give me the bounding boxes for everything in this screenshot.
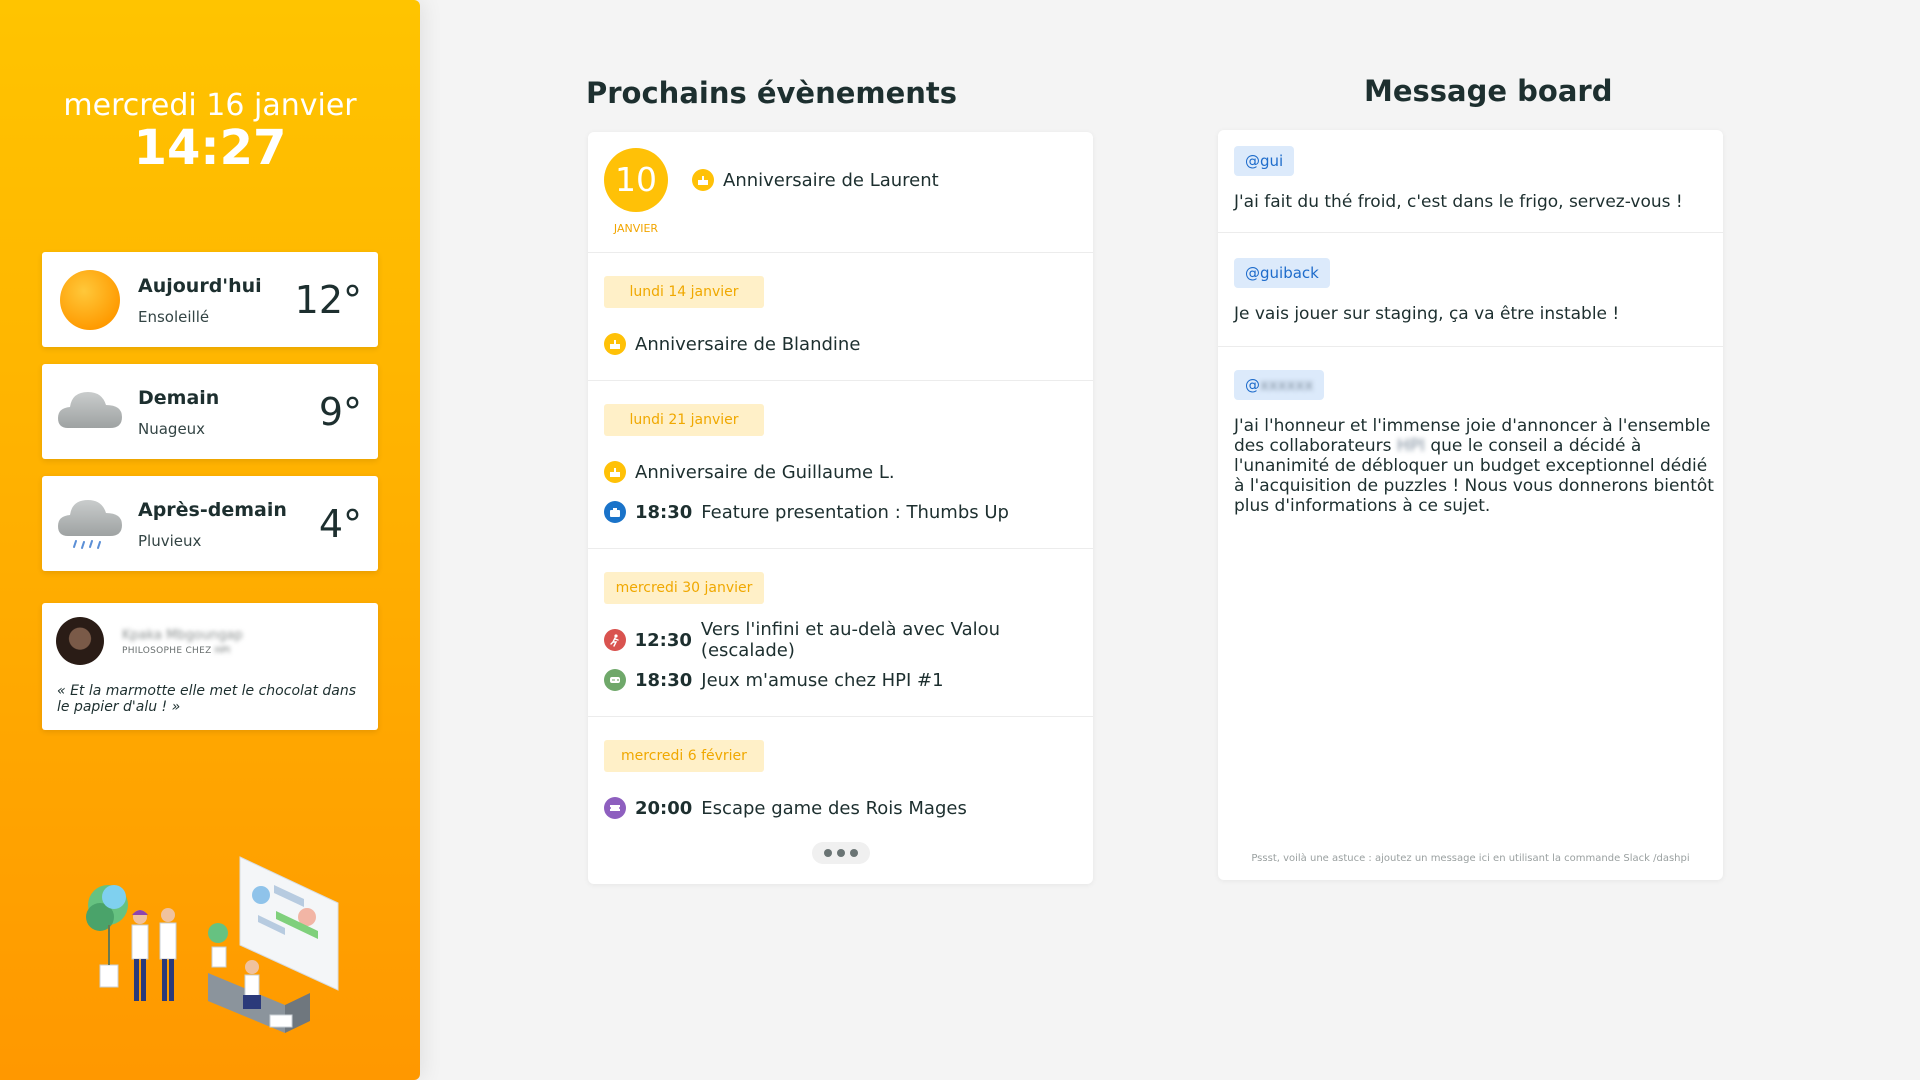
event-row[interactable]: Anniversaire de Blandine	[604, 331, 860, 357]
cake-icon	[604, 461, 626, 483]
quote-role-company: HPI	[214, 646, 231, 656]
event-title: Feature presentation : Thumbs Up	[701, 501, 1009, 523]
dot	[824, 849, 832, 857]
quote-author-role: PHILOSOPHE CHEZ HPI	[122, 646, 231, 656]
event-title: Anniversaire de Blandine	[635, 333, 861, 355]
briefcase-icon	[604, 501, 626, 523]
event-time: 18:30	[635, 501, 693, 523]
date-pill: lundi 14 janvier	[604, 276, 764, 308]
date-pill: mercredi 30 janvier	[604, 572, 764, 604]
more-events-button[interactable]	[812, 842, 870, 864]
sidebar: mercredi 16 janvier 14:27 Aujourd'hui En…	[0, 0, 420, 1080]
event-title: Anniversaire de Guillaume L.	[635, 461, 895, 483]
event-time: 12:30	[634, 629, 692, 651]
current-time: 14:27	[133, 120, 287, 176]
event-time: 18:30	[635, 669, 693, 691]
divider	[588, 252, 1093, 253]
weather-temp: 4°	[318, 502, 362, 546]
weather-temp: 9°	[318, 390, 362, 434]
weather-temp: 12°	[294, 278, 362, 322]
cloud-icon	[58, 392, 122, 428]
events-panel: 10 JANVIER Anniversaire de Laurent lundi…	[588, 132, 1093, 884]
divider	[588, 380, 1093, 381]
quote-card: Kpaka Mbgoungap PHILOSOPHE CHEZ HPI « Et…	[42, 603, 378, 730]
event-title: Jeux m'amuse chez HPI #1	[701, 669, 944, 691]
author-prefix: @	[1245, 376, 1260, 394]
events-section-title: Prochains évènements	[586, 76, 958, 110]
current-date: mercredi 16 janvier	[63, 88, 357, 123]
quote-text: « Et la marmotte elle met le chocolat da…	[57, 683, 357, 715]
message-board-panel: @gui J'ai fait du thé froid, c'est dans …	[1218, 130, 1723, 880]
message-text-blurred: HPI	[1396, 436, 1425, 456]
event-time: 20:00	[635, 797, 693, 819]
event-row[interactable]: 18:30 Feature presentation : Thumbs Up	[604, 499, 1009, 525]
featured-event-row: Anniversaire de Laurent	[692, 167, 939, 193]
divider	[1218, 346, 1723, 347]
weather-desc: Pluvieux	[138, 532, 202, 550]
divider	[1218, 232, 1723, 233]
divider	[588, 548, 1093, 549]
weather-day: Aujourd'hui	[138, 275, 262, 297]
date-pill: mercredi 6 février	[604, 740, 764, 772]
sun-icon	[60, 270, 120, 330]
slack-hint: Pssst, voilà une astuce : ajoutez un mes…	[1251, 853, 1690, 864]
author-name-blurred: xxxxxx	[1260, 376, 1314, 394]
weather-day: Demain	[138, 387, 220, 409]
message-author-tag[interactable]: @guiback	[1234, 258, 1330, 288]
rain-cloud-icon	[58, 500, 122, 549]
featured-day: 10	[604, 148, 668, 212]
cake-icon	[692, 169, 714, 191]
event-row[interactable]: 12:30 Vers l'infini et au-delà avec Valo…	[604, 619, 1093, 661]
messages-section-title: Message board	[1364, 74, 1613, 108]
message-author-tag[interactable]: @xxxxxx	[1234, 370, 1325, 400]
gamepad-icon	[604, 669, 626, 691]
cake-icon	[604, 333, 626, 355]
quote-role-prefix: PHILOSOPHE CHEZ	[122, 646, 212, 656]
office-illustration	[86, 856, 339, 1033]
event-row[interactable]: 20:00 Escape game des Rois Mages	[604, 795, 967, 821]
featured-month: JANVIER	[613, 222, 659, 235]
weather-day: Après-demain	[138, 499, 287, 521]
weather-card-today: Aujourd'hui Ensoleillé 12°	[42, 252, 378, 347]
message-author-tag[interactable]: @gui	[1234, 146, 1295, 176]
avatar	[56, 617, 104, 665]
climbing-icon	[604, 629, 626, 651]
divider	[588, 716, 1093, 717]
weather-desc: Ensoleillé	[138, 308, 210, 326]
event-title: Anniversaire de Laurent	[723, 169, 939, 191]
weather-desc: Nuageux	[138, 420, 206, 438]
event-title: Escape game des Rois Mages	[701, 797, 967, 819]
date-pill: lundi 21 janvier	[604, 404, 764, 436]
quote-author-name: Kpaka Mbgoungap	[122, 628, 243, 643]
message-text: Je vais jouer sur staging, ça va être in…	[1234, 304, 1620, 324]
ticket-icon	[604, 797, 626, 819]
dot	[850, 849, 858, 857]
weather-card-after-tomorrow: Après-demain Pluvieux 4°	[42, 476, 378, 571]
event-title: Vers l'infini et au-delà avec Valou (esc…	[700, 619, 1001, 661]
message-text: J'ai l'honneur et l'immense joie d'annon…	[1234, 416, 1714, 516]
weather-card-tomorrow: Demain Nuageux 9°	[42, 364, 378, 459]
message-text: J'ai fait du thé froid, c'est dans le fr…	[1234, 192, 1683, 212]
event-row[interactable]: 18:30 Jeux m'amuse chez HPI #1	[604, 667, 944, 693]
event-row[interactable]: Anniversaire de Guillaume L.	[604, 459, 895, 485]
dot	[837, 849, 845, 857]
